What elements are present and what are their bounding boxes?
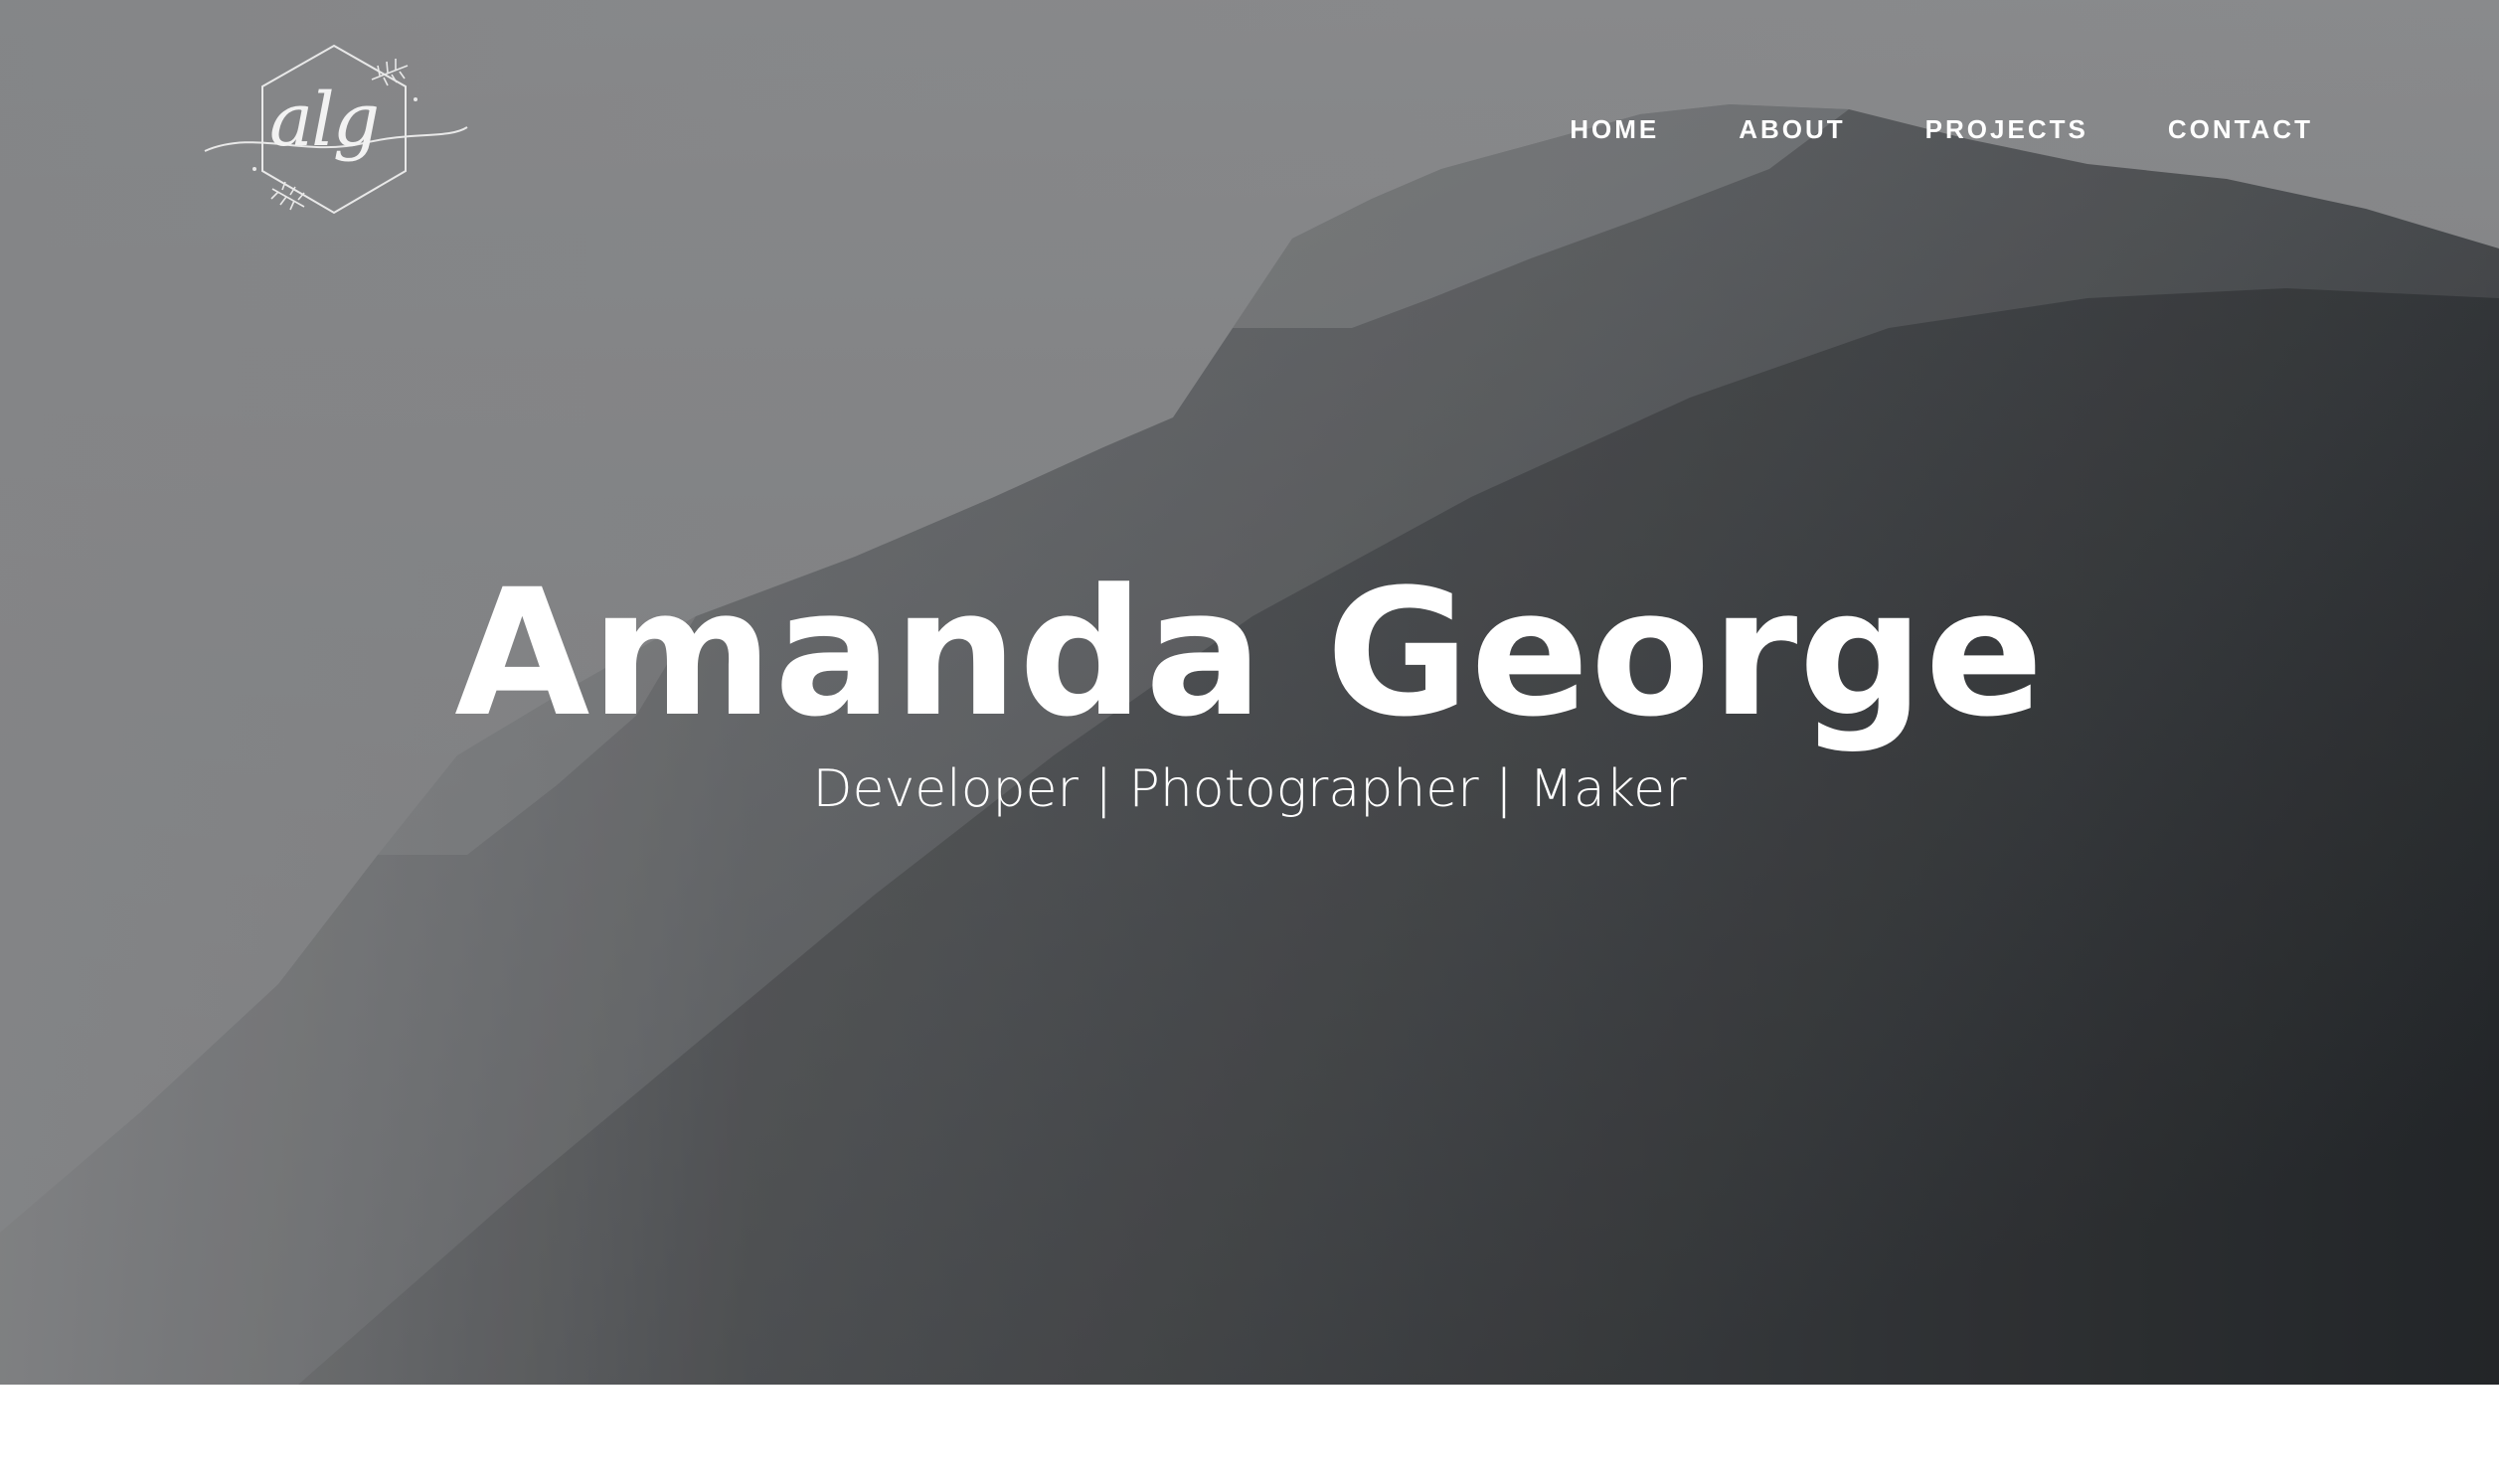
main-nav: HOME ABOUT PROJECTS CONTACT xyxy=(1570,114,2313,145)
nav-contact[interactable]: CONTACT xyxy=(2168,114,2313,145)
hero-title: Amanda George xyxy=(454,552,2045,755)
logo[interactable]: alg xyxy=(195,40,473,229)
page-content-start xyxy=(0,1385,2499,1484)
hero-section: alg HOME ABOUT PROJECTS CONTACT Amanda G… xyxy=(0,0,2499,1385)
nav-home[interactable]: HOME xyxy=(1570,114,1659,145)
nav-about[interactable]: ABOUT xyxy=(1739,114,1845,145)
logo-text: alg xyxy=(269,78,380,163)
hero-subtitle: Developer | Photographer | Maker xyxy=(812,759,1687,819)
nav-projects[interactable]: PROJECTS xyxy=(1925,114,2088,145)
